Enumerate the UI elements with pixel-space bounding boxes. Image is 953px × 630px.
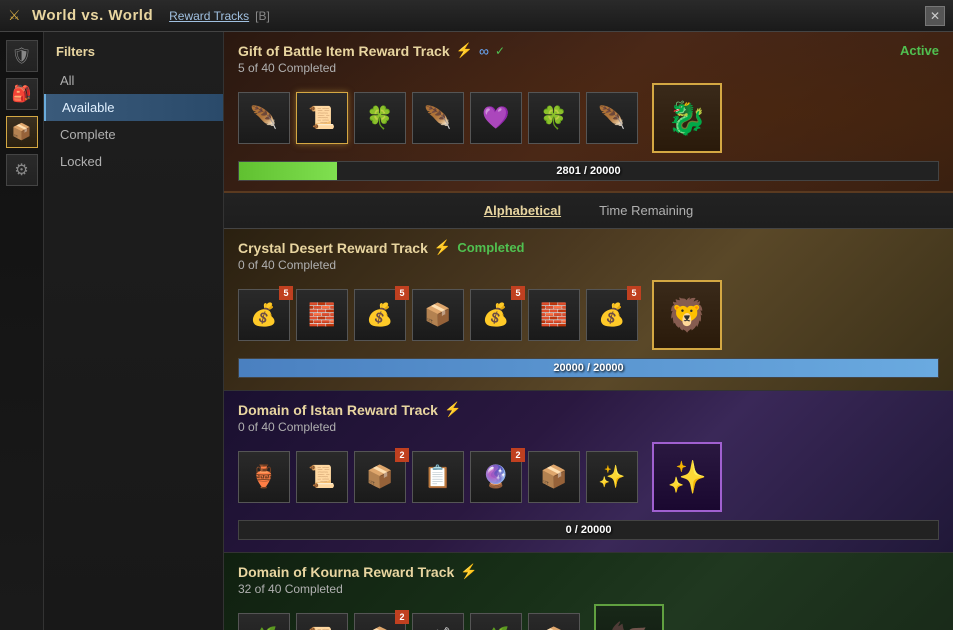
content-area: Gift of Battle Item Reward Track ⚡ ∞ ✓ A… — [224, 32, 953, 630]
title-bar: ⚔ World vs. World Reward Tracks [B] ✕ — [0, 0, 953, 32]
istan-final-reward[interactable]: ✨ — [652, 442, 722, 512]
istan-reward-6[interactable]: ✨ — [586, 451, 638, 503]
reward-item-4[interactable]: 💜 — [470, 92, 522, 144]
istan-reward-5[interactable]: 📦 — [528, 451, 580, 503]
crystal-reward-5[interactable]: 🧱 — [528, 289, 580, 341]
crystal-lightning-icon: ⚡ — [434, 239, 451, 256]
reward-item-2[interactable]: 🍀 — [354, 92, 406, 144]
reward-tracks-tab[interactable]: Reward Tracks — [169, 9, 249, 23]
reward-item-1[interactable]: 📜 — [296, 92, 348, 144]
active-track: Gift of Battle Item Reward Track ⚡ ∞ ✓ A… — [224, 32, 953, 193]
kourna-reward-0[interactable]: 🌿 — [238, 613, 290, 630]
crystal-badge-0: 5 — [279, 286, 293, 300]
active-track-progress-label: 5 of 40 Completed — [238, 61, 939, 75]
istan-badge-4: 2 — [511, 448, 525, 462]
reward-item-6[interactable]: 🪶 — [586, 92, 638, 144]
kourna-reward-3[interactable]: 🗡 — [412, 613, 464, 630]
filter-sidebar: Filters All Available Complete Locked — [44, 32, 224, 630]
track-card-crystal-desert: Crystal Desert Reward Track ⚡ Completed … — [224, 229, 953, 391]
istan-reward-2[interactable]: 📦2 — [354, 451, 406, 503]
crystal-reward-0[interactable]: 💰5 — [238, 289, 290, 341]
close-button[interactable]: ✕ — [925, 6, 945, 26]
crystal-desert-rewards: 💰5 🧱 💰5 📦 💰5 🧱 💰5 🦁 — [238, 280, 939, 350]
istan-progress-value: 0 / 20000 — [566, 524, 612, 536]
kourna-progress-label: 32 of 40 Completed — [238, 582, 939, 596]
kourna-reward-5[interactable]: 📦 — [528, 613, 580, 630]
filter-complete[interactable]: Complete — [44, 121, 223, 148]
check-icon: ✓ — [495, 44, 505, 58]
filter-all[interactable]: All — [44, 67, 223, 94]
istan-reward-3[interactable]: 📋 — [412, 451, 464, 503]
filter-locked[interactable]: Locked — [44, 148, 223, 175]
crystal-final-reward[interactable]: 🦁 — [652, 280, 722, 350]
kourna-title: Domain of Kourna Reward Track — [238, 564, 454, 580]
crystal-reward-4[interactable]: 💰5 — [470, 289, 522, 341]
kourna-header: Domain of Kourna Reward Track ⚡ — [238, 563, 939, 580]
active-track-header: Gift of Battle Item Reward Track ⚡ ∞ ✓ A… — [238, 42, 939, 59]
crystal-badge-6: 5 — [627, 286, 641, 300]
crystal-reward-3[interactable]: 📦 — [412, 289, 464, 341]
istan-progress-bar: 0 / 20000 — [238, 520, 939, 540]
crystal-reward-2[interactable]: 💰5 — [354, 289, 406, 341]
active-track-final-reward[interactable]: 🐉 — [652, 83, 722, 153]
kourna-badge-2: 2 — [395, 610, 409, 624]
sidebar-icon-gear[interactable]: ⚙ — [6, 154, 38, 186]
crystal-desert-status: Completed — [457, 240, 524, 255]
active-track-progress-bar: 2801 / 20000 — [238, 161, 939, 181]
kourna-final-reward[interactable]: 🦅 — [594, 604, 664, 630]
istan-header: Domain of Istan Reward Track ⚡ — [238, 401, 939, 418]
reward-item-0[interactable]: 🪶 — [238, 92, 290, 144]
kourna-reward-1[interactable]: 📜 — [296, 613, 348, 630]
kourna-reward-4[interactable]: 🌿 — [470, 613, 522, 630]
track-list: Crystal Desert Reward Track ⚡ Completed … — [224, 229, 953, 630]
infinity-icon: ∞ — [479, 43, 489, 59]
istan-reward-0[interactable]: 🏺 — [238, 451, 290, 503]
sort-tab-alphabetical[interactable]: Alphabetical — [480, 201, 565, 220]
active-track-progress-fill — [239, 162, 337, 180]
sidebar-icon-shield[interactable]: 🛡 — [6, 40, 38, 72]
crystal-badge-4: 5 — [511, 286, 525, 300]
filter-title: Filters — [44, 40, 223, 67]
crystal-reward-1[interactable]: 🧱 — [296, 289, 348, 341]
reward-item-3[interactable]: 🪶 — [412, 92, 464, 144]
active-track-title: Gift of Battle Item Reward Track — [238, 43, 450, 59]
crystal-desert-title: Crystal Desert Reward Track — [238, 240, 428, 256]
kourna-rewards: 🌿 📜 📦2 🗡 🌿 📦 🦅 — [238, 604, 939, 630]
hotkey-label: [B] — [255, 9, 270, 23]
filter-available[interactable]: Available — [44, 94, 223, 121]
crystal-desert-header: Crystal Desert Reward Track ⚡ Completed — [238, 239, 939, 256]
sidebar-icon-chest[interactable]: 📦 — [6, 116, 38, 148]
sort-tabs: Alphabetical Time Remaining — [224, 193, 953, 229]
istan-reward-4[interactable]: 🔮2 — [470, 451, 522, 503]
istan-reward-1[interactable]: 📜 — [296, 451, 348, 503]
active-track-rewards: 🪶 📜 🍀 🪶 💜 🍀 🪶 🐉 — [238, 83, 939, 153]
active-status: Active — [900, 43, 939, 58]
crystal-progress-bar: 20000 / 20000 — [238, 358, 939, 378]
istan-title: Domain of Istan Reward Track — [238, 402, 438, 418]
kourna-lightning-icon: ⚡ — [460, 563, 477, 580]
istan-lightning-icon: ⚡ — [444, 401, 461, 418]
kourna-reward-2[interactable]: 📦2 — [354, 613, 406, 630]
track-card-domain-of-istan: Domain of Istan Reward Track ⚡ 0 of 40 C… — [224, 391, 953, 553]
sort-tab-time-remaining[interactable]: Time Remaining — [595, 201, 697, 220]
icon-sidebar: 🛡 🎒 📦 ⚙ — [0, 32, 44, 630]
reward-item-5[interactable]: 🍀 — [528, 92, 580, 144]
sidebar-icon-bag[interactable]: 🎒 — [6, 78, 38, 110]
crystal-reward-6[interactable]: 💰5 — [586, 289, 638, 341]
crystal-badge-2: 5 — [395, 286, 409, 300]
track-card-domain-of-kourna: Domain of Kourna Reward Track ⚡ 32 of 40… — [224, 553, 953, 630]
istan-rewards: 🏺 📜 📦2 📋 🔮2 📦 ✨ ✨ — [238, 442, 939, 512]
crystal-progress-value: 20000 / 20000 — [553, 362, 623, 374]
active-track-progress-value: 2801 / 20000 — [556, 165, 620, 177]
crystal-desert-progress-label: 0 of 40 Completed — [238, 258, 939, 272]
istan-badge-2: 2 — [395, 448, 409, 462]
lightning-icon: ⚡ — [456, 42, 473, 59]
window-title: World vs. World — [32, 7, 153, 24]
istan-progress-label: 0 of 40 Completed — [238, 420, 939, 434]
main-container: 🛡 🎒 📦 ⚙ Filters All Available Complete L… — [0, 32, 953, 630]
window-icon: ⚔ — [8, 7, 26, 25]
